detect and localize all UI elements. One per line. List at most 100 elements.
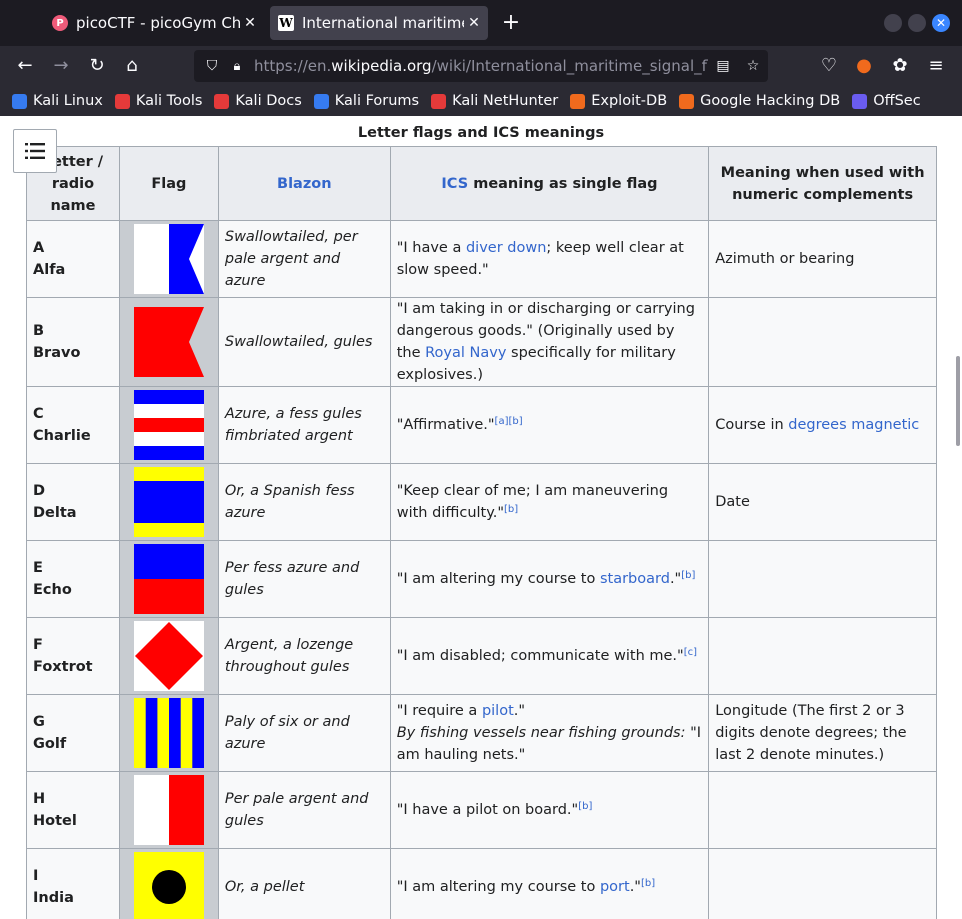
- blazon-cell: Azure, a fess gules fimbriated argent: [217, 386, 391, 464]
- table-row: F Foxtrot Argent, a lozenge throughout gul…: [26, 617, 937, 695]
- numeric-meaning-cell: Azimuth or bearing: [708, 220, 937, 298]
- letter-cell: A Alfa: [26, 220, 120, 298]
- wiki-link[interactable]: diver down: [466, 240, 546, 256]
- cell-text: "I am altering my course to: [396, 571, 600, 587]
- flag-alfa-image[interactable]: [133, 224, 204, 294]
- numeric-meaning-cell: [708, 771, 937, 849]
- reload-icon[interactable]: ↻: [85, 54, 109, 78]
- bookmark-item[interactable]: Google Hacking DB: [679, 93, 840, 109]
- navigation-toolbar: ← → ↻ ⌂ ⛉ 🔒︎ https://en.wikipedia.org/wi…: [0, 46, 962, 86]
- bookmark-item[interactable]: Kali Docs: [214, 93, 302, 109]
- bookmark-item[interactable]: Kali NetHunter: [431, 93, 558, 109]
- table-header-row: Letter / radio name Flag Blazon ICS mean…: [26, 146, 937, 221]
- bookmark-item[interactable]: Kali Linux: [12, 93, 103, 109]
- letter: A: [33, 240, 45, 256]
- blazon-cell: Or, a Spanish fess azure: [217, 463, 391, 541]
- flag-cell: [118, 540, 219, 618]
- cell-text: Azimuth or bearing: [715, 251, 855, 267]
- citation-link[interactable]: [a][b]: [495, 416, 523, 427]
- wiki-link[interactable]: starboard: [600, 571, 670, 587]
- flag-foxtrot-image[interactable]: [133, 621, 204, 691]
- radio-name: Golf: [33, 736, 67, 752]
- bookmark-favicon-icon: [679, 93, 695, 109]
- letter: I: [33, 868, 39, 884]
- header-ics-text: meaning as single flag: [468, 175, 658, 192]
- cell-text: Date: [715, 494, 750, 510]
- wiki-link[interactable]: degrees magnetic: [788, 417, 919, 433]
- bookmark-star-icon[interactable]: ☆: [738, 58, 768, 74]
- numeric-meaning-cell: Longitude (The first 2 or 3 digits denot…: [708, 694, 937, 772]
- ics-meaning-cell: "I have a pilot on board."[b]: [389, 771, 710, 849]
- ics-meaning-cell: "Affirmative."[a][b]: [389, 386, 710, 464]
- tab-wikipedia[interactable]: W International maritime sig ✕: [270, 6, 488, 40]
- flag-cell: [118, 297, 219, 387]
- citation-link[interactable]: [b]: [641, 878, 655, 889]
- blazon-link[interactable]: Blazon: [277, 176, 332, 192]
- radio-name: Echo: [33, 582, 72, 598]
- radio-name: Delta: [33, 505, 77, 521]
- wiki-link[interactable]: pilot: [482, 703, 514, 719]
- tab-picoctf[interactable]: P picoCTF - picoGym Challe ✕: [44, 6, 264, 40]
- flag-charlie-image[interactable]: [133, 390, 204, 460]
- url-text[interactable]: https://en.wikipedia.org/wiki/Internatio…: [248, 57, 708, 75]
- letter-cell: C Charlie: [26, 386, 120, 464]
- url-host: wikipedia.org: [331, 57, 432, 75]
- tracking-shield-icon[interactable]: ⛉: [198, 58, 226, 74]
- minimize-window-button[interactable]: [884, 14, 902, 32]
- table-of-contents-button[interactable]: [13, 129, 57, 173]
- forward-arrow-icon[interactable]: →: [49, 54, 73, 78]
- back-arrow-icon[interactable]: ←: [13, 54, 37, 78]
- maximize-window-button[interactable]: [908, 14, 926, 32]
- blazon-cell: Paly of six or and azure: [217, 694, 391, 772]
- letter: E: [33, 560, 43, 576]
- close-tab-icon[interactable]: ✕: [240, 15, 260, 31]
- wiki-link[interactable]: port: [600, 879, 630, 895]
- bookmark-label: Kali NetHunter: [452, 93, 559, 109]
- letter-cell: E Echo: [26, 540, 120, 618]
- citation-link[interactable]: [c]: [684, 647, 697, 658]
- flag-echo-image[interactable]: [133, 544, 204, 614]
- flag-india-image[interactable]: [133, 852, 204, 919]
- letter-flags-table: Letter / radio name Flag Blazon ICS mean…: [26, 146, 937, 919]
- table-caption: Letter flags and ICS meanings: [357, 125, 605, 141]
- wiki-link[interactable]: Royal Navy: [425, 345, 506, 361]
- citation-link[interactable]: [b]: [578, 801, 592, 812]
- numeric-meaning-cell: [708, 848, 937, 919]
- ics-link[interactable]: ICS: [441, 176, 468, 192]
- pocket-icon[interactable]: ♡: [817, 54, 841, 78]
- bookmark-item[interactable]: Exploit-DB: [570, 93, 667, 109]
- home-icon[interactable]: ⌂: [120, 54, 144, 78]
- table-row: E Echo Per fess azure and gules "I am alter…: [26, 540, 937, 618]
- close-window-button[interactable]: ✕: [932, 14, 950, 32]
- reader-view-icon[interactable]: ▤: [708, 58, 738, 74]
- flag-golf-image[interactable]: [133, 698, 204, 768]
- cell-text: "I have a: [396, 240, 466, 256]
- bookmark-item[interactable]: OffSec: [852, 93, 921, 109]
- close-tab-icon[interactable]: ✕: [464, 15, 484, 31]
- citation-link[interactable]: [b]: [504, 504, 518, 515]
- flag-delta-image[interactable]: [133, 467, 204, 537]
- extension-fox-icon[interactable]: ●: [852, 54, 876, 78]
- extensions-icon[interactable]: ✿: [888, 54, 912, 78]
- tab-title: picoCTF - picoGym Challe: [76, 14, 240, 32]
- scrollbar-thumb[interactable]: [956, 356, 960, 446]
- letter-cell: I India: [26, 848, 120, 919]
- citation-link[interactable]: [b]: [681, 570, 695, 581]
- flag-bravo-image[interactable]: [133, 307, 204, 377]
- bookmark-favicon-icon: [570, 93, 586, 109]
- ics-meaning-cell: "Keep clear of me; I am maneuvering with…: [389, 463, 710, 541]
- bookmark-favicon-icon: [214, 93, 230, 109]
- letter: B: [33, 323, 45, 339]
- bookmark-label: Kali Linux: [33, 93, 103, 109]
- menu-hamburger-icon[interactable]: ≡: [924, 54, 948, 78]
- italic-text: By fishing vessels near fishing grounds:: [396, 725, 686, 741]
- radio-name: India: [33, 890, 74, 906]
- ics-meaning-cell: "I am taking in or discharging or carryi…: [389, 297, 710, 387]
- flag-hotel-image[interactable]: [133, 775, 204, 845]
- page-content: Letter flags and ICS meanings Letter / r…: [0, 116, 962, 919]
- bookmark-item[interactable]: Kali Forums: [313, 93, 419, 109]
- bookmark-item[interactable]: Kali Tools: [114, 93, 202, 109]
- new-tab-button[interactable]: +: [500, 10, 522, 36]
- address-bar[interactable]: ⛉ 🔒︎ https://en.wikipedia.org/wiki/Inter…: [194, 50, 768, 82]
- lock-icon[interactable]: 🔒︎: [226, 59, 248, 74]
